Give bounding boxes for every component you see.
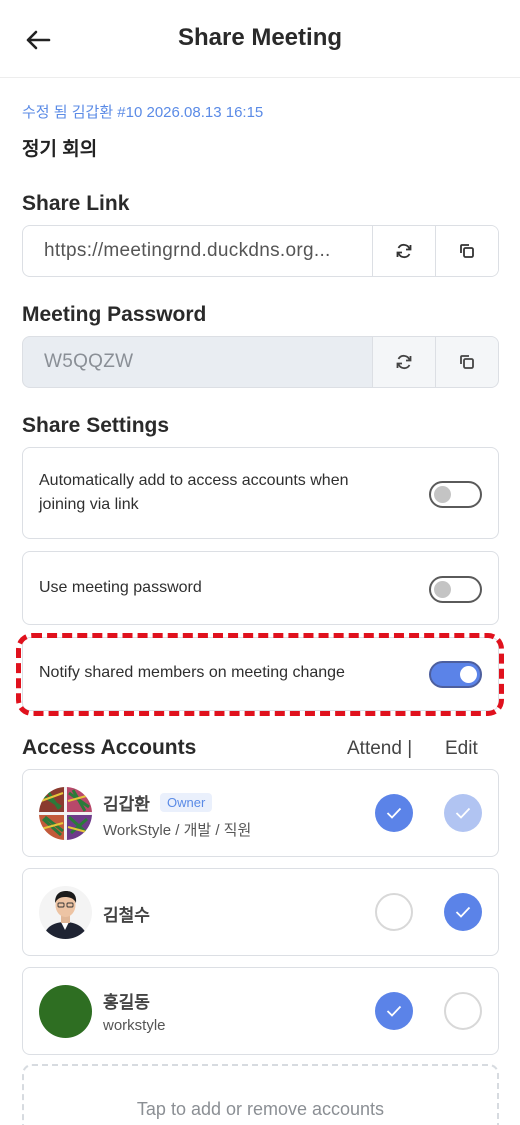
attend-checkbox[interactable] — [375, 794, 413, 832]
setting-auto-add: Automatically add to access accounts whe… — [22, 447, 499, 539]
share-settings-label: Share Settings — [22, 414, 170, 437]
setting-auto-add-text: Automatically add to access accounts whe… — [39, 472, 349, 513]
copy-icon — [460, 355, 474, 369]
refresh-icon — [396, 354, 412, 370]
toggle-knob — [434, 581, 451, 598]
meeting-meta: 수정 됨 김갑환 #10 2026.08.13 16:15 — [22, 104, 264, 121]
auto-add-toggle[interactable] — [429, 481, 482, 508]
account-row[interactable]: 김갑환 Owner WorkStyle / 개발 / 직원 — [22, 769, 499, 857]
refresh-link-button[interactable] — [372, 226, 435, 276]
account-name: 김철수 — [103, 906, 150, 925]
add-accounts-text: Tap to add or remove accounts — [136, 1099, 385, 1119]
use-password-toggle[interactable] — [429, 576, 482, 603]
owner-badge: Owner — [160, 793, 213, 812]
account-row[interactable]: 김철수 — [22, 868, 499, 956]
account-subtitle: workstyle — [103, 1017, 166, 1034]
share-link-field: https://meetingrnd.duckdns.org... — [22, 225, 499, 277]
edit-checkbox — [444, 794, 482, 832]
attend-checkbox[interactable] — [375, 893, 413, 931]
attend-column-header: Attend | — [347, 738, 413, 759]
setting-use-password: Use meeting password — [22, 551, 499, 625]
copy-link-button[interactable] — [435, 226, 498, 276]
account-row[interactable]: 홍길동 workstyle — [22, 967, 499, 1055]
edit-column-header: Edit — [445, 738, 478, 759]
setting-use-password-text: Use meeting password — [39, 579, 202, 596]
access-accounts-label: Access Accounts — [22, 736, 197, 759]
avatar — [39, 985, 92, 1038]
check-icon — [386, 1005, 402, 1017]
avatar — [39, 886, 92, 939]
attend-checkbox[interactable] — [375, 992, 413, 1030]
password-field: W5QQZW — [22, 336, 499, 388]
refresh-icon — [396, 243, 412, 259]
add-accounts-button[interactable]: Tap to add or remove accounts — [22, 1064, 499, 1125]
app-header: Share Meeting — [0, 0, 520, 78]
check-icon — [455, 807, 471, 819]
password-label: Meeting Password — [22, 303, 207, 326]
account-subtitle: WorkStyle / 개발 / 직원 — [103, 822, 252, 839]
meeting-title: 정기 회의 — [22, 139, 98, 160]
share-link-label: Share Link — [22, 192, 130, 215]
highlight-outline — [16, 633, 504, 716]
toggle-knob — [434, 486, 451, 503]
page-title: Share Meeting — [177, 24, 343, 51]
edit-checkbox[interactable] — [444, 893, 482, 931]
avatar — [39, 787, 92, 840]
refresh-password-button[interactable] — [372, 337, 435, 387]
edit-checkbox[interactable] — [444, 992, 482, 1030]
check-icon — [455, 906, 471, 918]
account-name: 김갑환 — [103, 795, 150, 814]
copy-password-button[interactable] — [435, 337, 498, 387]
account-name: 홍길동 — [103, 993, 150, 1012]
check-icon — [386, 807, 402, 819]
password-value: W5QQZW — [44, 351, 134, 372]
copy-icon — [460, 244, 474, 258]
share-link-value[interactable]: https://meetingrnd.duckdns.org... — [23, 226, 372, 276]
